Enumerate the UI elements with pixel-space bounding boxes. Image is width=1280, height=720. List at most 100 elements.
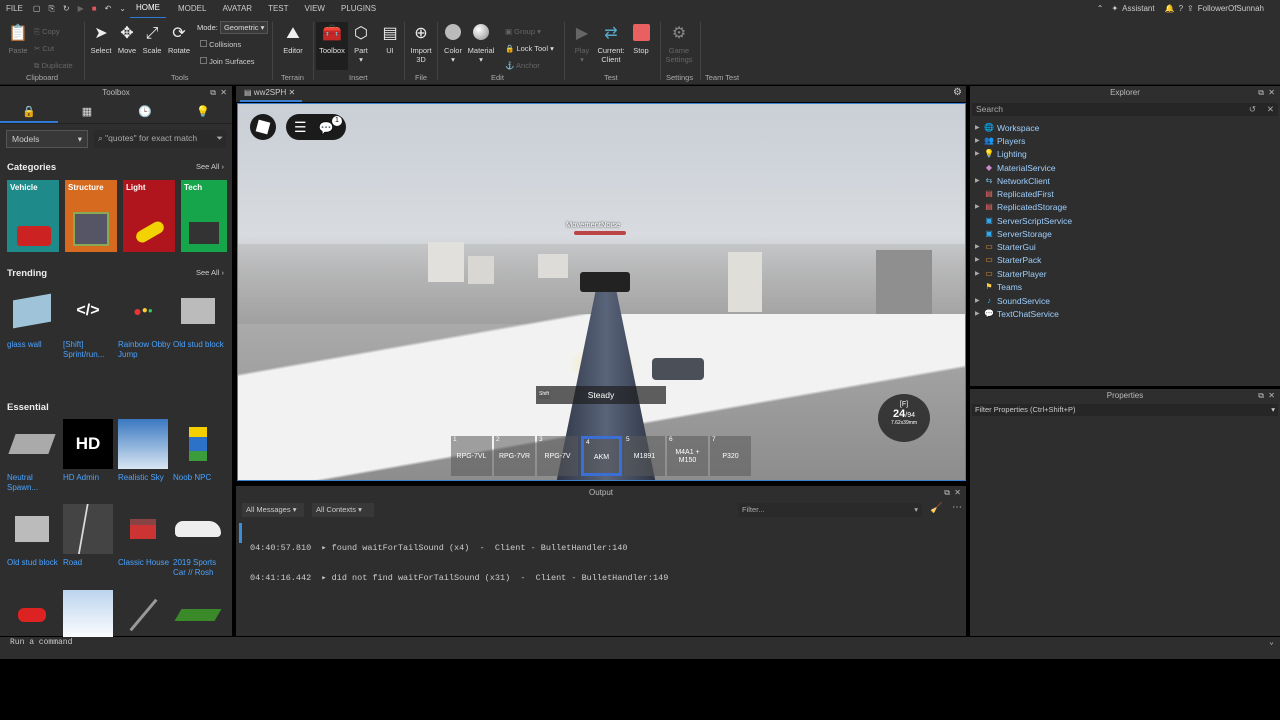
menu-test[interactable]: TEST	[262, 0, 294, 18]
hotbar-slot-5[interactable]: 5 M1891	[624, 436, 665, 476]
menu-model[interactable]: MODEL	[172, 0, 212, 18]
expand-arrow[interactable]: ▶	[975, 256, 980, 263]
expand-arrow[interactable]: ▶	[975, 177, 980, 184]
color-button[interactable]: Color ▾	[438, 24, 468, 64]
asset-sports-car[interactable]: 2019 Sports Car // Rosh	[173, 504, 227, 578]
explorer-item-replicatedstorage[interactable]: ReplicatedStorage	[997, 202, 1067, 212]
new-file-icon[interactable]: ▢	[29, 0, 45, 18]
all-contexts-dropdown[interactable]: All Contexts ▾	[312, 503, 374, 517]
explorer-close-icon[interactable]: ✕	[1268, 86, 1275, 100]
expand-arrow[interactable]: ▶	[975, 310, 980, 317]
category-light[interactable]: Light	[123, 180, 175, 252]
properties-filter-input[interactable]: Filter Properties (Ctrl+Shift+P) ▾	[972, 404, 1278, 416]
asset-hd-admin[interactable]: HD HD Admin	[63, 419, 117, 483]
expand-arrow[interactable]: ▶	[975, 243, 980, 250]
trending-see-all[interactable]: See All ›	[196, 268, 224, 277]
explorer-item-lighting[interactable]: Lighting	[997, 149, 1027, 159]
asset-realistic-sky[interactable]: Realistic Sky	[118, 419, 172, 483]
collisions-toggle[interactable]: Collisions	[200, 40, 241, 49]
output-close-icon[interactable]: ✕	[954, 486, 961, 500]
open-file-icon[interactable]: ⎘	[44, 0, 58, 18]
menu-plugins[interactable]: PLUGINS	[335, 0, 382, 18]
category-vehicle[interactable]: Vehicle	[7, 180, 59, 252]
explorer-item-workspace[interactable]: Workspace	[997, 123, 1039, 133]
play-button[interactable]: ▶ Play ▾	[567, 24, 597, 64]
asset-glass-wall[interactable]: glass wall	[7, 286, 61, 350]
group-button[interactable]: ▣ Group ▾	[505, 23, 554, 40]
copy-button[interactable]: ⎘ Copy	[34, 23, 73, 40]
join-surfaces-toggle[interactable]: Join Surfaces	[200, 57, 255, 66]
close-tab-icon[interactable]: ✕	[288, 88, 295, 97]
hotbar-slot-1[interactable]: 1 RPG-7VL	[451, 436, 492, 476]
output-line-2[interactable]: 04:41:16.442 ▸ did not find waitForTailS…	[250, 573, 668, 583]
viewport-settings-icon[interactable]: ⚙	[953, 87, 962, 98]
current-client-button[interactable]: ⇄ Current: Client	[596, 24, 626, 64]
asset-noob-npc[interactable]: Noob NPC	[173, 419, 227, 483]
asset-old-stud-block[interactable]: Old stud block	[173, 286, 227, 350]
toolbox-search-input[interactable]: ⌕ "quotes" for exact match ⏷	[94, 130, 226, 148]
help-icon[interactable]: ?	[1177, 0, 1185, 18]
stop-small-icon[interactable]: ■	[88, 0, 101, 18]
categories-see-all[interactable]: See All ›	[196, 162, 224, 171]
assistant-label[interactable]: Assistant	[1120, 0, 1162, 18]
expand-arrow[interactable]: ▶	[975, 203, 980, 210]
expand-arrow[interactable]: ▶	[975, 150, 980, 157]
play-small-icon[interactable]: ▶	[74, 0, 88, 18]
undo-icon[interactable]: ↶	[101, 0, 116, 18]
material-button[interactable]: Material ▾	[466, 24, 496, 64]
clear-output-icon[interactable]: 🧹	[930, 503, 942, 514]
explorer-item-starterplayer[interactable]: StarterPlayer	[997, 269, 1047, 279]
stop-button[interactable]: Stop	[626, 24, 656, 55]
scale-tool-button[interactable]: ⤢ Scale	[137, 24, 167, 55]
expand-arrow[interactable]: ▶	[975, 137, 980, 144]
category-dropdown[interactable]: Models ▾	[6, 130, 88, 148]
part-button[interactable]: ⬡ Part ▾	[346, 24, 376, 64]
asset-red-car[interactable]	[7, 590, 61, 644]
menu-avatar[interactable]: AVATAR	[216, 0, 258, 18]
ui-button[interactable]: ▤ UI	[375, 24, 405, 55]
toolbox-button[interactable]: 🧰 Toolbox	[316, 22, 348, 70]
explorer-item-starterpack[interactable]: StarterPack	[997, 255, 1041, 265]
menu-home[interactable]: HOME	[129, 0, 166, 19]
category-structure[interactable]: Structure	[65, 180, 117, 252]
collapse-ribbon-icon[interactable]: ⌃	[1091, 0, 1110, 18]
output-float-icon[interactable]: ⧉	[944, 486, 950, 500]
import-3d-button[interactable]: ⊕ Import 3D	[406, 24, 436, 64]
explorer-item-networkclient[interactable]: NetworkClient	[997, 176, 1050, 186]
expand-arrow[interactable]: ▶	[975, 124, 980, 131]
hotbar-slot-2[interactable]: 2 RPG-7VR	[494, 436, 535, 476]
explorer-item-materialservice[interactable]: MaterialService	[997, 163, 1056, 173]
rotate-tool-button[interactable]: ⟳ Rotate	[164, 24, 194, 55]
command-bar[interactable]: Run a command ⌄	[0, 637, 1280, 649]
float-panel-icon[interactable]: ⧉	[210, 86, 216, 100]
username[interactable]: FollowerOfSunnah	[1196, 0, 1280, 18]
assistant-icon[interactable]: ✦	[1109, 0, 1120, 18]
notifications-icon[interactable]: 🔔	[1163, 0, 1177, 18]
expand-arrow[interactable]: ▶	[975, 297, 980, 304]
game-settings-button[interactable]: ⚙ Game Settings	[664, 24, 694, 64]
explorer-item-replicatedfirst[interactable]: ReplicatedFirst	[997, 189, 1054, 199]
all-messages-dropdown[interactable]: All Messages ▾	[242, 503, 304, 517]
cut-button[interactable]: ✂ Cut	[34, 40, 73, 57]
more-icon[interactable]: ⌄	[115, 0, 130, 18]
output-more-icon[interactable]: ⋯	[952, 502, 962, 513]
hamburger-icon[interactable]: ☰	[294, 119, 307, 135]
tab-ww2sph[interactable]: ▤ ww2SPH ✕	[240, 86, 302, 102]
asset-sword[interactable]	[118, 590, 172, 644]
tab-marketplace[interactable]: ▦	[58, 100, 116, 123]
asset-road[interactable]: Road	[63, 504, 117, 568]
explorer-item-serverstorage[interactable]: ServerStorage	[997, 229, 1052, 239]
filter-icon[interactable]: ⏷	[216, 133, 223, 144]
explorer-float-icon[interactable]: ⧉	[1258, 86, 1264, 100]
tab-recent[interactable]: 🕒	[116, 100, 174, 123]
duplicate-button[interactable]: ⧉ Duplicate	[34, 57, 73, 74]
explorer-item-soundservice[interactable]: SoundService	[997, 296, 1050, 306]
menu-file[interactable]: FILE	[0, 0, 29, 18]
close-panel-icon[interactable]: ✕	[220, 86, 227, 100]
chat-icon[interactable]: 💬	[318, 121, 333, 135]
terrain-editor-button[interactable]: ⛰ Editor	[278, 24, 308, 55]
menu-view[interactable]: VIEW	[299, 0, 331, 18]
output-line-1[interactable]: 04:40:57.810 ▸ found waitForTailSound (x…	[250, 543, 668, 553]
game-viewport[interactable]: ☰ 💬 1 MovementNoise Shift Steady [F] 24/…	[237, 103, 966, 481]
explorer-item-textchatservice[interactable]: TextChatService	[997, 309, 1059, 319]
